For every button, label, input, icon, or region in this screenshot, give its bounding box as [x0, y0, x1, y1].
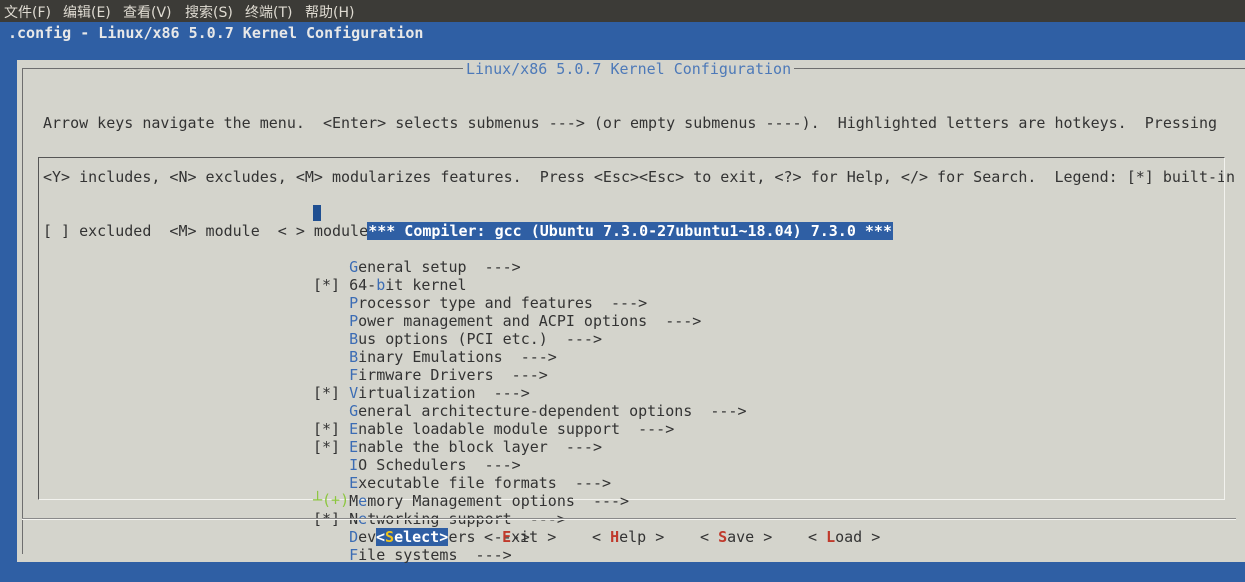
- button-bracket: <: [700, 528, 719, 546]
- load-button[interactable]: < Load >: [808, 528, 880, 546]
- menu-item-hotkey: V: [349, 384, 359, 402]
- menu-item-hotkey: F: [349, 366, 359, 384]
- menu-item[interactable]: Binary Emulations --->: [313, 348, 893, 366]
- menu-item[interactable]: Memory Management options --->: [313, 492, 893, 510]
- menu-item[interactable]: General setup --->: [313, 258, 893, 276]
- menu-terminal[interactable]: 终端(T): [245, 2, 292, 22]
- menu-item-hotkey: P: [349, 312, 359, 330]
- menu-item-text: M: [349, 492, 359, 510]
- menu-item-hotkey: P: [349, 294, 359, 312]
- menu-item-hotkey: E: [349, 474, 359, 492]
- menu-item-text: nable loadable module support --->: [358, 420, 675, 438]
- menu-view[interactable]: 查看(V): [123, 2, 172, 22]
- menu-item[interactable]: [*] 64-bit kernel: [313, 276, 893, 294]
- menu-item-text: 64-: [349, 276, 377, 294]
- button-hotkey: E: [502, 528, 512, 546]
- menu-item-prefix: [313, 330, 349, 348]
- selection-marker: [313, 205, 321, 221]
- menu-file[interactable]: 文件(F): [4, 2, 51, 22]
- menu-item[interactable]: [*] Enable loadable module support --->: [313, 420, 893, 438]
- menu-item[interactable]: Executable file formats --->: [313, 474, 893, 492]
- menu-item-hotkey: E: [349, 438, 359, 456]
- menu-item[interactable]: IO Schedulers --->: [313, 456, 893, 474]
- menu-item-prefix: [313, 294, 349, 312]
- menu-item-hotkey: B: [349, 348, 359, 366]
- menu-item-hotkey: e: [358, 492, 368, 510]
- menu-item-prefix: [*]: [313, 276, 350, 294]
- menu-item-hotkey: G: [349, 402, 359, 420]
- help-button[interactable]: < Help >: [592, 528, 664, 546]
- menu-item-hotkey: B: [349, 330, 359, 348]
- menu-item-prefix: [*]: [313, 438, 350, 456]
- button-label: oad >: [835, 528, 881, 546]
- button-hotkey: H: [610, 528, 620, 546]
- help-line: Arrow keys navigate the menu. <Enter> se…: [43, 114, 1217, 132]
- menu-item[interactable]: Bus options (PCI etc.) --->: [313, 330, 893, 348]
- menu-item-text: inary Emulations --->: [358, 348, 557, 366]
- menu-item-hotkey: E: [349, 420, 359, 438]
- menu-item-prefix: [*]: [313, 384, 350, 402]
- terminal-menubar: 文件(F) 编辑(E) 查看(V) 搜索(S) 终端(T) 帮助(H): [0, 0, 1245, 22]
- menu-search[interactable]: 搜索(S): [185, 2, 233, 22]
- menu-item-text: irmware Drivers --->: [358, 366, 548, 384]
- button-bracket: <: [376, 528, 386, 546]
- menu-item-hotkey: G: [349, 258, 359, 276]
- button-bracket: <: [808, 528, 827, 546]
- menu-item-prefix: [313, 312, 349, 330]
- menu-item[interactable]: General architecture-dependent options -…: [313, 402, 893, 420]
- exit-button[interactable]: < Exit >: [484, 528, 556, 546]
- menu-item-prefix: [313, 366, 349, 384]
- menu-item[interactable]: [*] Enable the block layer --->: [313, 438, 893, 456]
- menu-item-hotkey: D: [349, 528, 359, 546]
- menu-item-text: mory Management options --->: [367, 492, 630, 510]
- menu-item-prefix: [313, 348, 349, 366]
- menu-item-selected[interactable]: *** Compiler: gcc (Ubuntu 7.3.0-27ubuntu…: [313, 204, 893, 240]
- menu-item-text: eneral architecture-dependent options --…: [358, 402, 747, 420]
- button-separator: [22, 518, 1236, 520]
- button-hotkey: S: [718, 528, 728, 546]
- button-bracket: <: [592, 528, 611, 546]
- button-hotkey: S: [385, 528, 395, 546]
- menu-help[interactable]: 帮助(H): [305, 2, 354, 22]
- more-items-indicator: ┴(+): [313, 491, 350, 509]
- menu-item-text: ower management and ACPI options --->: [358, 312, 702, 330]
- menu-item-prefix: [313, 546, 349, 564]
- menu-item-text: O Schedulers --->: [358, 456, 521, 474]
- save-button[interactable]: < Save >: [700, 528, 772, 546]
- menu-item-label: *** Compiler: gcc (Ubuntu 7.3.0-27ubuntu…: [367, 222, 893, 240]
- menu-item-hotkey: F: [349, 546, 359, 564]
- menu-item-hotkey: b: [376, 276, 386, 294]
- config-window-title: .config - Linux/x86 5.0.7 Kernel Configu…: [8, 24, 424, 42]
- menu-item-text: rocessor type and features --->: [358, 294, 648, 312]
- menu-item-prefix: [313, 402, 349, 420]
- menu-item-text: ile systems --->: [358, 546, 512, 564]
- menu-item-hotkey: I: [349, 456, 359, 474]
- button-label: xit >: [511, 528, 557, 546]
- menu-item-text: xecutable file formats --->: [358, 474, 612, 492]
- menu-item-text: it kernel: [385, 276, 467, 294]
- menu-item[interactable]: File systems --->: [313, 546, 893, 564]
- menu-item-prefix: [*]: [313, 420, 350, 438]
- menu-item-text: nable the block layer --->: [358, 438, 602, 456]
- menu-item-prefix: [313, 258, 349, 276]
- button-bracket: <: [484, 528, 503, 546]
- select-button[interactable]: <Select>: [376, 528, 449, 546]
- button-label: elp >: [619, 528, 665, 546]
- button-hotkey: L: [826, 528, 836, 546]
- menu-item[interactable]: Processor type and features --->: [313, 294, 893, 312]
- button-label: ave >: [727, 528, 773, 546]
- menu-item[interactable]: Power management and ACPI options --->: [313, 312, 893, 330]
- menu-item[interactable]: [*] Virtualization --->: [313, 384, 893, 402]
- menu-item-prefix: [313, 528, 349, 546]
- menu-item[interactable]: Firmware Drivers --->: [313, 366, 893, 384]
- menu-item-prefix: [313, 474, 349, 492]
- dialog-title: Linux/x86 5.0.7 Kernel Configuration: [463, 60, 795, 78]
- menu-item-text: eneral setup --->: [358, 258, 521, 276]
- menu-item-text: irtualization --->: [358, 384, 530, 402]
- button-label: elect>: [394, 528, 449, 546]
- menu-item-prefix: [313, 456, 349, 474]
- menu-item-text: us options (PCI etc.) --->: [358, 330, 602, 348]
- menu-edit[interactable]: 编辑(E): [63, 2, 111, 22]
